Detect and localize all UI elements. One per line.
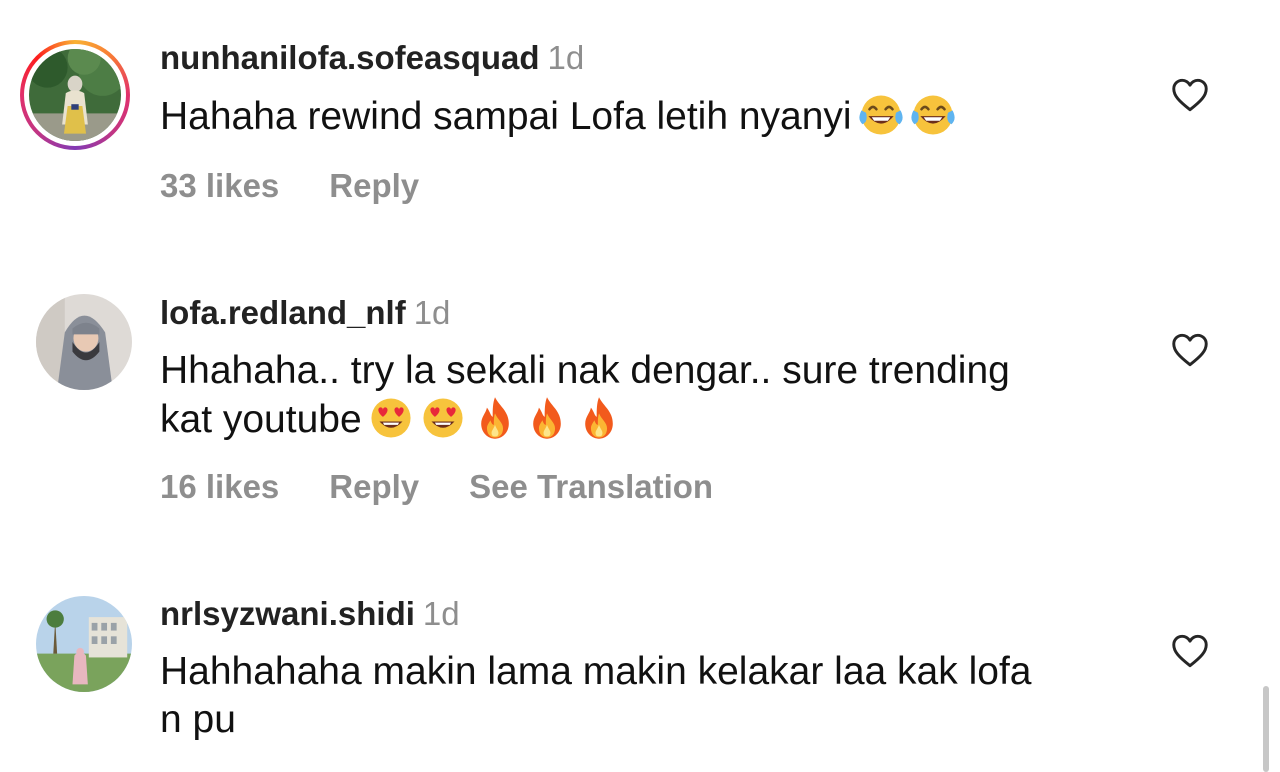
timestamp: 1d xyxy=(413,294,451,331)
avatar-image xyxy=(36,294,132,390)
comment-body: Hahaha rewind sampai Lofa letih nyanyi xyxy=(160,95,852,138)
comment-body-line-1: Hahhahaha makin lama makin kelakar laa k… xyxy=(160,650,1032,693)
avatar xyxy=(29,49,121,141)
comment-header: lofa.redland_nlf 1d xyxy=(160,293,450,333)
fire-icon xyxy=(524,395,570,441)
face-with-tears-of-joy-icon xyxy=(858,92,904,138)
scrollbar[interactable] xyxy=(1263,686,1269,772)
avatar-story-ring[interactable] xyxy=(20,40,130,150)
heart-outline-icon[interactable] xyxy=(1171,78,1209,112)
fire-icon xyxy=(472,395,518,441)
smiling-face-with-heart-eyes-icon xyxy=(420,395,466,441)
username-link[interactable]: nunhanilofa.sofeasquad xyxy=(160,39,540,76)
see-translation-button[interactable]: See Translation xyxy=(469,467,713,507)
avatar[interactable] xyxy=(36,596,132,692)
comment-text: Hhahaha.. try la sekali nak dengar.. sur… xyxy=(160,347,1140,444)
comment-header: nunhanilofa.sofeasquad 1d xyxy=(160,38,584,78)
comment-text: Hahhahaha makin lama makin kelakar laa k… xyxy=(160,648,1140,744)
likes-count[interactable]: 16 likes xyxy=(160,467,279,507)
comments-page: nunhanilofa.sofeasquad 1d Hahaha rewind s… xyxy=(0,0,1280,772)
face-with-tears-of-joy-icon xyxy=(910,92,956,138)
comment-header: nrlsyzwani.shidi 1d xyxy=(160,594,460,634)
smiling-face-with-heart-eyes-icon xyxy=(368,395,414,441)
heart-outline-icon[interactable] xyxy=(1171,634,1209,668)
reply-button[interactable]: Reply xyxy=(329,467,419,507)
fire-icon xyxy=(576,395,622,441)
avatar[interactable] xyxy=(36,294,132,390)
likes-count[interactable]: 33 likes xyxy=(160,166,279,206)
comment-body-line-2-text: kat youtube xyxy=(160,398,362,441)
avatar-image xyxy=(36,596,132,692)
comment-actions: 16 likes Reply See Translation xyxy=(160,467,713,507)
comment-body-line-1: Hhahaha.. try la sekali nak dengar.. sur… xyxy=(160,349,1010,392)
heart-outline-icon[interactable] xyxy=(1171,333,1209,367)
comment-text: Hahaha rewind sampai Lofa letih nyanyi xyxy=(160,92,1140,141)
reply-button[interactable]: Reply xyxy=(329,166,419,206)
username-link[interactable]: lofa.redland_nlf xyxy=(160,294,406,331)
comment-body-line-2: kat youtube xyxy=(160,395,1140,444)
comment-body-line-2: n pu xyxy=(160,698,236,741)
comment-actions: 33 likes Reply xyxy=(160,166,469,206)
timestamp: 1d xyxy=(547,39,585,76)
username-link[interactable]: nrlsyzwani.shidi xyxy=(160,595,415,632)
timestamp: 1d xyxy=(422,595,460,632)
